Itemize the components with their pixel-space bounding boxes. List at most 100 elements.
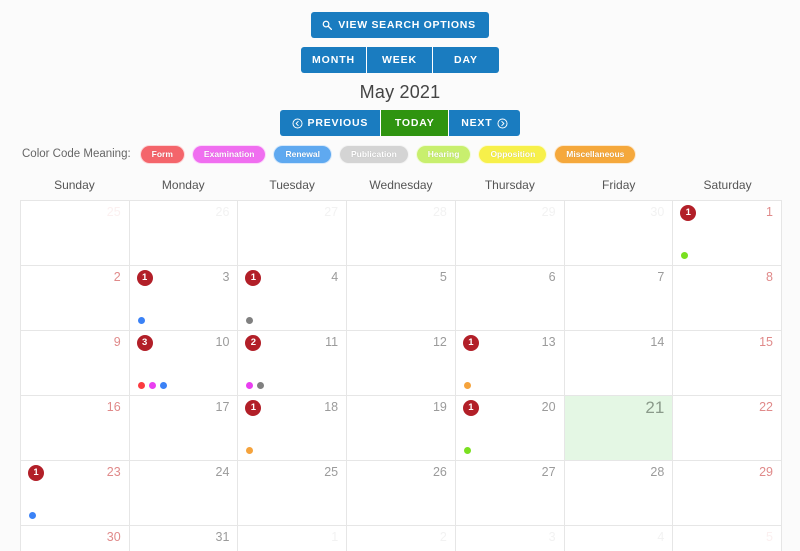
previous-button[interactable]: PREVIOUS bbox=[279, 110, 382, 136]
legend-pill-miscellaneous[interactable]: Miscellaneous bbox=[554, 145, 637, 164]
color-code-legend: Color Code Meaning: Form Examination Ren… bbox=[22, 145, 800, 164]
dow-monday: Monday bbox=[128, 171, 238, 200]
day-number: 1 bbox=[766, 204, 773, 219]
calendar-day-cell[interactable]: 1 20 bbox=[455, 395, 565, 461]
calendar-day-cell[interactable]: 31 bbox=[129, 525, 239, 551]
today-button[interactable]: TODAY bbox=[381, 110, 450, 136]
day-number: 14 bbox=[650, 334, 665, 349]
event-dot-group bbox=[137, 316, 145, 324]
calendar-day-cell[interactable]: 2 bbox=[21, 265, 130, 331]
calendar-day-cell[interactable]: 21 bbox=[564, 395, 674, 461]
event-count-badge[interactable]: 1 bbox=[136, 269, 153, 286]
event-dot[interactable] bbox=[159, 381, 167, 389]
calendar-day-cell[interactable]: 5 bbox=[673, 525, 782, 551]
calendar-day-cell[interactable]: 25 bbox=[21, 200, 130, 266]
event-dot[interactable] bbox=[137, 316, 145, 324]
day-number: 27 bbox=[541, 464, 556, 479]
calendar-day-cell[interactable]: 14 bbox=[238, 265, 348, 331]
calendar-day-cell[interactable]: 3 bbox=[455, 525, 565, 551]
day-number: 18 bbox=[324, 399, 339, 414]
event-dot[interactable] bbox=[463, 381, 471, 389]
view-mode-day[interactable]: DAY bbox=[433, 47, 499, 73]
view-search-options-label: VIEW SEARCH OPTIONS bbox=[338, 19, 476, 31]
calendar-day-cell[interactable]: 22 bbox=[673, 395, 782, 461]
calendar-day-cell[interactable]: 17 bbox=[129, 395, 239, 461]
calendar-day-cell[interactable]: 6 bbox=[455, 265, 565, 331]
calendar-day-cell[interactable]: 26 bbox=[347, 460, 456, 526]
calendar-day-cell[interactable]: 15 bbox=[673, 330, 782, 396]
day-number: 5 bbox=[439, 269, 447, 284]
calendar-day-cell[interactable]: 14 bbox=[564, 330, 674, 396]
calendar-day-cell[interactable]: 2 11 bbox=[238, 330, 348, 396]
day-number: 26 bbox=[215, 204, 230, 219]
event-dot-group bbox=[463, 381, 471, 389]
legend-label: Color Code Meaning: bbox=[22, 148, 131, 161]
calendar-day-cell[interactable]: 8 bbox=[673, 265, 782, 331]
calendar-day-cell[interactable]: 3 10 bbox=[129, 330, 239, 396]
calendar-day-cell[interactable]: 28 bbox=[347, 200, 456, 266]
event-count-badge[interactable]: 1 bbox=[245, 399, 262, 416]
event-dot[interactable] bbox=[681, 251, 689, 259]
calendar-day-cell[interactable]: 1 23 bbox=[21, 460, 130, 526]
calendar-day-cell[interactable]: 1 bbox=[238, 525, 348, 551]
event-count-badge[interactable]: 1 bbox=[462, 399, 479, 416]
dow-saturday: Saturday bbox=[673, 171, 782, 200]
day-number: 24 bbox=[215, 464, 230, 479]
legend-pill-form[interactable]: Form bbox=[139, 145, 185, 164]
calendar-day-cell[interactable]: 29 bbox=[455, 200, 565, 266]
calendar-day-cell[interactable]: 7 bbox=[564, 265, 674, 331]
calendar-day-cell[interactable]: 25 bbox=[238, 460, 348, 526]
calendar-day-cell[interactable]: 24 bbox=[129, 460, 239, 526]
calendar-day-cell[interactable]: 29 bbox=[673, 460, 782, 526]
event-dot[interactable] bbox=[246, 381, 254, 389]
calendar-day-cell[interactable]: 2 bbox=[347, 525, 456, 551]
event-count-badge[interactable]: 1 bbox=[680, 204, 697, 221]
legend-pill-hearing[interactable]: Hearing bbox=[415, 145, 472, 164]
calendar-day-cell[interactable]: 12 bbox=[347, 330, 456, 396]
next-button[interactable]: NEXT bbox=[449, 110, 521, 136]
event-dot[interactable] bbox=[137, 381, 145, 389]
view-mode-month[interactable]: MONTH bbox=[301, 47, 367, 73]
day-number: 28 bbox=[432, 204, 447, 219]
calendar-day-cell[interactable]: 16 bbox=[21, 395, 130, 461]
calendar-day-cell[interactable]: 9 bbox=[21, 330, 130, 396]
calendar-day-cell[interactable]: 30 bbox=[564, 200, 674, 266]
event-count-badge[interactable]: 2 bbox=[245, 334, 262, 351]
calendar-day-cell[interactable]: 1 18 bbox=[238, 395, 348, 461]
event-count-badge[interactable]: 3 bbox=[136, 334, 153, 351]
event-dot[interactable] bbox=[29, 511, 36, 519]
calendar-day-cell[interactable]: 26 bbox=[129, 200, 239, 266]
calendar-day-cell[interactable]: 4 bbox=[564, 525, 674, 551]
day-number: 25 bbox=[324, 464, 339, 479]
event-dot[interactable] bbox=[148, 381, 156, 389]
day-number: 25 bbox=[106, 204, 121, 219]
calendar-day-cell[interactable]: 30 bbox=[21, 525, 130, 551]
view-search-options-button[interactable]: VIEW SEARCH OPTIONS bbox=[311, 12, 489, 38]
legend-pill-renewal[interactable]: Renewal bbox=[273, 145, 332, 164]
calendar-day-cell[interactable]: 27 bbox=[238, 200, 348, 266]
day-number: 29 bbox=[759, 464, 773, 479]
legend-pill-examination[interactable]: Examination bbox=[191, 145, 267, 164]
event-dot[interactable] bbox=[463, 446, 471, 454]
view-mode-week[interactable]: WEEK bbox=[367, 47, 433, 73]
calendar-day-cell[interactable]: 11 bbox=[673, 200, 782, 266]
calendar-day-cell[interactable]: 28 bbox=[564, 460, 674, 526]
event-dot-group bbox=[246, 381, 265, 389]
legend-pill-publication[interactable]: Publication bbox=[338, 145, 409, 164]
event-dot[interactable] bbox=[246, 316, 254, 324]
day-number: 3 bbox=[548, 529, 556, 544]
calendar-day-cell[interactable]: 27 bbox=[455, 460, 565, 526]
calendar-day-cell[interactable]: 1 13 bbox=[455, 330, 565, 396]
event-count-badge[interactable]: 1 bbox=[245, 269, 262, 286]
month-title: May 2021 bbox=[359, 82, 441, 102]
event-count-badge[interactable]: 1 bbox=[28, 464, 44, 481]
legend-pill-opposition[interactable]: Opposition bbox=[478, 145, 548, 164]
calendar-day-cell[interactable]: 13 bbox=[129, 265, 239, 331]
calendar-day-cell[interactable]: 5 bbox=[347, 265, 456, 331]
calendar-day-cell[interactable]: 19 bbox=[347, 395, 456, 461]
event-dot[interactable] bbox=[257, 381, 265, 389]
event-count-badge[interactable]: 1 bbox=[462, 334, 479, 351]
day-number: 2 bbox=[113, 269, 121, 284]
day-number: 7 bbox=[657, 269, 665, 284]
event-dot[interactable] bbox=[246, 446, 254, 454]
